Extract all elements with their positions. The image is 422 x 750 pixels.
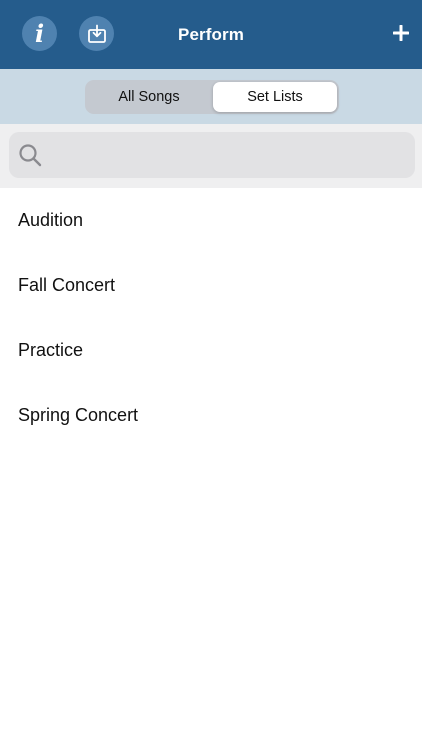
segmented-control: All Songs Set Lists bbox=[85, 80, 339, 114]
add-button[interactable] bbox=[390, 22, 412, 44]
list-item-practice[interactable]: Practice bbox=[0, 318, 422, 383]
tab-set-lists[interactable]: Set Lists bbox=[213, 82, 337, 112]
search-area bbox=[0, 124, 422, 188]
list-item-spring-concert[interactable]: Spring Concert bbox=[0, 383, 422, 448]
list-item-audition[interactable]: Audition bbox=[0, 188, 422, 253]
navigation-bar: i Perform bbox=[0, 0, 422, 69]
search-field[interactable] bbox=[9, 132, 415, 178]
list-item-fall-concert[interactable]: Fall Concert bbox=[0, 253, 422, 318]
tab-all-songs[interactable]: All Songs bbox=[87, 82, 211, 112]
search-icon bbox=[19, 144, 42, 167]
search-input[interactable] bbox=[51, 132, 401, 178]
segment-bar: All Songs Set Lists bbox=[0, 69, 422, 124]
plus-icon bbox=[393, 25, 409, 41]
page-title: Perform bbox=[178, 25, 244, 44]
set-list-list: Audition Fall Concert Practice Spring Co… bbox=[0, 188, 422, 448]
